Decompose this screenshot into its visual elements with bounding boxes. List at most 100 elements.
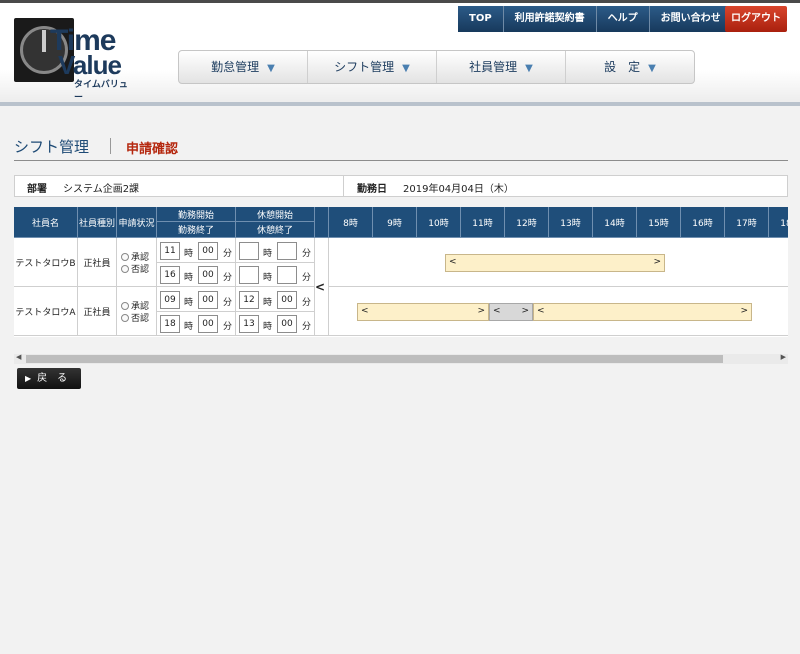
break-bar[interactable]: < > xyxy=(489,303,533,321)
minute-unit: 分 xyxy=(302,273,312,283)
dept-value: システム企画2課 xyxy=(63,184,140,195)
nav-settings-label: 設 定 xyxy=(604,60,641,74)
header-name: 社員名 xyxy=(14,207,78,238)
minute-unit: 分 xyxy=(302,322,312,332)
hour-unit: 時 xyxy=(263,273,273,283)
nav-settings[interactable]: 設 定 ▼ xyxy=(566,51,694,83)
hour-header: 11時 xyxy=(461,207,505,238)
reject-label: 否認 xyxy=(131,314,150,324)
scrollbar-thumb[interactable] xyxy=(26,355,723,363)
hour-header: 12時 xyxy=(505,207,549,238)
shift-grid: 社員名 社員種別 申請状況 勤務開始 勤務終了 休憩開始 休憩終了 8時 9時 … xyxy=(14,207,788,337)
work-start-minute-input[interactable]: 00 xyxy=(198,291,218,309)
hour-unit: 時 xyxy=(184,273,194,283)
reject-radio[interactable]: 否認 xyxy=(121,311,149,324)
title-divider xyxy=(110,138,111,154)
header-status: 申請状況 xyxy=(117,207,157,238)
nav-attendance-label: 勤怠管理 xyxy=(211,60,260,74)
shift-bar[interactable]: < > xyxy=(357,303,489,321)
hour-unit: 時 xyxy=(184,249,194,259)
page-subtitle: 申請確認 xyxy=(126,142,179,157)
break-end-hour-input[interactable]: 13 xyxy=(239,315,259,333)
back-label: 戻 る xyxy=(37,373,68,384)
work-end-minute-input[interactable]: 00 xyxy=(198,315,218,333)
hour-header: 18時 xyxy=(769,207,788,238)
minute-unit: 分 xyxy=(302,298,312,308)
break-end-hour-input[interactable] xyxy=(239,266,259,284)
logout-button[interactable]: ログアウト xyxy=(725,6,787,32)
reject-label: 否認 xyxy=(131,265,150,275)
nav-employee[interactable]: 社員管理 ▼ xyxy=(437,51,566,83)
chevron-down-icon: ▼ xyxy=(267,63,275,74)
header-spacer xyxy=(315,207,329,238)
reject-radio[interactable]: 否認 xyxy=(121,262,149,275)
work-end-minute-input[interactable]: 00 xyxy=(198,266,218,284)
work-end-hour-input[interactable]: 18 xyxy=(160,315,180,333)
header-break-end: 休憩終了 xyxy=(236,222,315,238)
top-link-help[interactable]: ヘルプ xyxy=(596,6,650,32)
chevron-down-icon: ▼ xyxy=(648,63,656,74)
top-link-contact[interactable]: お問い合わせ xyxy=(649,6,733,32)
hour-header: 13時 xyxy=(549,207,593,238)
break-start-minute-input[interactable] xyxy=(277,242,297,260)
hour-unit: 時 xyxy=(184,322,194,332)
collapse-arrow-icon[interactable]: < xyxy=(315,280,325,294)
main-nav: 勤怠管理 ▼ シフト管理 ▼ 社員管理 ▼ 設 定 ▼ xyxy=(178,50,695,84)
nav-employee-label: 社員管理 xyxy=(469,60,518,74)
break-start-hour-input[interactable]: 12 xyxy=(239,291,259,309)
bar-right-handle[interactable]: > xyxy=(521,306,529,316)
bar-left-handle[interactable]: < xyxy=(493,306,501,316)
dept-label: 部署 xyxy=(27,184,47,195)
bar-right-handle[interactable]: > xyxy=(740,306,748,316)
scroll-right-icon[interactable]: ▶ xyxy=(781,353,786,361)
bar-right-handle[interactable]: > xyxy=(653,257,661,267)
header-work-end: 勤務終了 xyxy=(157,222,236,238)
hour-header: 16時 xyxy=(681,207,725,238)
timevalue-logo[interactable]: Time Value タイムバリュー xyxy=(14,14,130,103)
minute-unit: 分 xyxy=(223,273,233,283)
hour-unit: 時 xyxy=(263,322,273,332)
page-title: シフト管理 xyxy=(14,138,90,156)
horizontal-scrollbar[interactable]: ◀ ▶ xyxy=(14,353,788,364)
hour-unit: 時 xyxy=(184,298,194,308)
bar-left-handle[interactable]: < xyxy=(537,306,545,316)
nav-shift[interactable]: シフト管理 ▼ xyxy=(308,51,437,83)
info-divider xyxy=(343,176,344,196)
break-end-minute-input[interactable]: 00 xyxy=(277,315,297,333)
hour-header: 9時 xyxy=(373,207,417,238)
shift-bar[interactable]: < > xyxy=(533,303,752,321)
top-link-license[interactable]: 利用許諾契約書 xyxy=(503,6,597,32)
employee-type: 正社員 xyxy=(78,238,117,287)
break-start-minute-input[interactable]: 00 xyxy=(277,291,297,309)
scroll-left-icon[interactable]: ◀ xyxy=(16,353,21,361)
nav-attendance[interactable]: 勤怠管理 ▼ xyxy=(179,51,308,83)
nav-shift-label: シフト管理 xyxy=(334,60,395,74)
hour-header: 10時 xyxy=(417,207,461,238)
top-nav: TOP 利用許諾契約書 ヘルプ お問い合わせ xyxy=(458,6,733,32)
employee-name: テストタロウA xyxy=(14,287,78,336)
break-end-minute-input[interactable] xyxy=(277,266,297,284)
break-start-hour-input[interactable] xyxy=(239,242,259,260)
work-end-hour-input[interactable]: 16 xyxy=(160,266,180,284)
info-bar: 部署 システム企画2課 勤務日 2019年04月04日（木） xyxy=(14,175,788,197)
date-label: 勤務日 xyxy=(357,184,387,195)
bar-right-handle[interactable]: > xyxy=(477,306,485,316)
bar-left-handle[interactable]: < xyxy=(449,257,457,267)
chevron-down-icon: ▼ xyxy=(402,63,410,74)
employee-name: テストタロウB xyxy=(14,238,78,287)
header-type: 社員種別 xyxy=(78,207,117,238)
work-start-hour-input[interactable]: 11 xyxy=(160,242,180,260)
employee-type: 正社員 xyxy=(78,287,117,336)
hour-unit: 時 xyxy=(263,298,273,308)
shift-bar[interactable]: < > xyxy=(445,254,665,272)
work-start-minute-input[interactable]: 00 xyxy=(198,242,218,260)
hour-header: 14時 xyxy=(593,207,637,238)
minute-unit: 分 xyxy=(223,322,233,332)
back-button[interactable]: ▶ 戻 る xyxy=(17,368,81,389)
chevron-down-icon: ▼ xyxy=(525,63,533,74)
top-link-top[interactable]: TOP xyxy=(458,6,504,32)
hour-header: 8時 xyxy=(329,207,373,238)
minute-unit: 分 xyxy=(223,298,233,308)
bar-left-handle[interactable]: < xyxy=(361,306,369,316)
work-start-hour-input[interactable]: 09 xyxy=(160,291,180,309)
